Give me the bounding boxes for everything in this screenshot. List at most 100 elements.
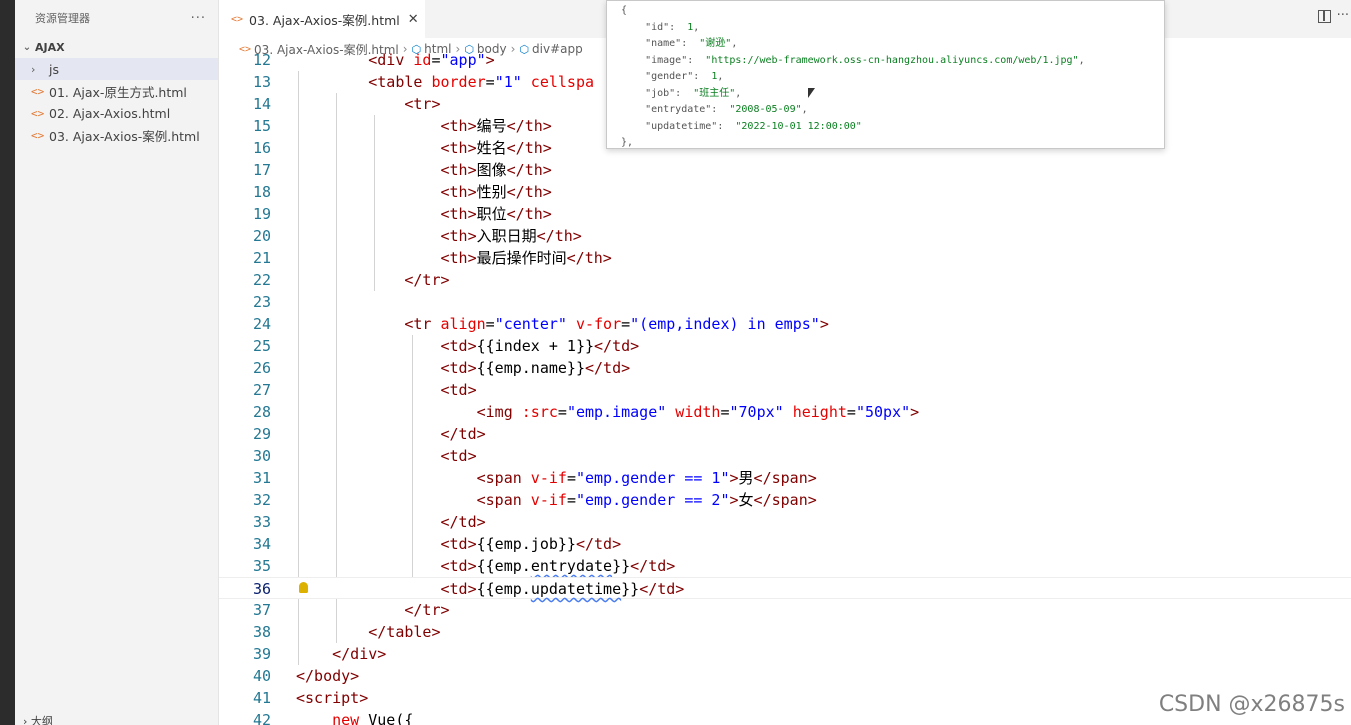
code-line[interactable]: 24 <tr align="center" v-for="(emp,index)… [219,313,1351,335]
line-number: 27 [252,381,271,399]
code-token: <th> [440,161,477,179]
code-token: {{emp.job}} [476,535,576,553]
code-line[interactable]: 22 </tr> [219,269,1351,291]
tooltip-token: , [1078,54,1085,66]
html-file-icon: <> [231,13,244,25]
split-editor-icon[interactable] [1318,10,1331,23]
line-number: 14 [252,95,271,113]
code-line[interactable]: 34 <td>{{emp.job}}</td> [219,533,1351,555]
code-token: 性别 [476,183,507,201]
code-text: <th>入职日期</th> [296,225,582,247]
tab-label: 03. Ajax-Axios-案例.html [249,12,400,28]
code-line[interactable]: 39 </div> [219,643,1351,665]
code-line[interactable]: 35 <td>{{emp.entrydate}}</td> [219,555,1351,577]
code-line[interactable]: 28 <img :src="emp.image" width="70px" he… [219,401,1351,423]
code-token: </td> [440,513,486,531]
code-editor[interactable]: 12 <div id="app"> 13 <table border="1" ce… [219,48,1351,725]
close-icon[interactable]: ✕ [408,12,419,27]
code-token: id [404,51,432,69]
code-text: new Vue({ [296,709,413,725]
code-token: v-for [566,315,622,333]
line-number: 12 [252,51,271,69]
code-token: </td> [585,359,631,377]
code-token: "emp.gender == 2" [575,491,730,509]
code-token: = [485,315,495,333]
code-line[interactable]: 18 <th>性别</th> [219,181,1351,203]
tree-item-file[interactable]: <> 01. Ajax-原生方式.html [15,80,218,102]
code-text: <th>职位</th> [296,203,552,225]
code-token: "emp.gender == 1" [575,469,730,487]
code-line[interactable]: 21 <th>最后操作时间</th> [219,247,1351,269]
line-number: 35 [252,557,271,575]
line-number: 28 [252,403,271,421]
outline-label: 大纲 [30,715,53,725]
code-text: <script> [296,687,368,709]
code-text: <table border="1" cellspa [296,71,594,93]
code-line[interactable]: 17 <th>图像</th> [219,159,1351,181]
line-number: 13 [252,73,271,91]
tooltip-token: "gender": [621,71,712,82]
code-line[interactable]: 30 <td> [219,445,1351,467]
code-line[interactable]: 32 <span v-if="emp.gender == 2">女</span> [219,489,1351,511]
code-line[interactable]: 23 [219,291,1351,313]
code-token: width [666,403,721,421]
tree-item-file[interactable]: <> 03. Ajax-Axios-案例.html [15,124,218,146]
code-text: </td> [296,511,486,533]
code-token: <th> [440,227,477,245]
code-token: </th> [536,227,582,245]
more-actions-icon[interactable]: ··· [1337,8,1349,23]
lightbulb-icon[interactable] [299,582,308,593]
code-line[interactable]: 29 </td> [219,423,1351,445]
tooltip-token: "updatetime": [621,120,736,132]
code-line[interactable]: 27 <td> [219,379,1351,401]
more-actions-icon[interactable]: ··· [191,11,206,26]
code-token: cellspa [521,73,595,91]
code-line[interactable]: 19 <th>职位</th> [219,203,1351,225]
tooltip-token: { [621,5,628,16]
code-token: align [431,315,486,333]
code-line[interactable]: 38 </table> [219,621,1351,643]
folder-section-ajax[interactable]: ⌄ AJAX [15,36,218,58]
activity-bar [0,0,15,725]
code-token: </td> [440,425,486,443]
tree-item-js-folder[interactable]: › js [15,58,218,80]
code-line[interactable]: 40 </body> [219,665,1351,687]
code-token: </th> [506,117,552,135]
tab-active-file[interactable]: <> 03. Ajax-Axios-案例.html ✕ [219,0,425,38]
code-line[interactable]: 20 <th>入职日期</th> [219,225,1351,247]
code-token: 入职日期 [476,227,537,245]
code-line[interactable]: 37 </tr> [219,599,1351,621]
code-token: = [846,403,856,421]
code-token: {{emp. [476,557,531,575]
code-token: <td> [440,337,477,355]
code-token: <th> [440,139,477,157]
code-token: > [729,491,739,509]
code-line[interactable]: 25 <td>{{index + 1}}</td> [219,335,1351,357]
html-file-icon: <> [31,128,45,142]
code-line[interactable]: 36 <td>{{emp.updatetime}}</td> [219,577,1351,599]
line-number: 39 [252,645,271,663]
code-token: <th> [440,183,477,201]
code-text: <td>{{index + 1}}</td> [296,335,640,357]
code-line[interactable]: 26 <td>{{emp.name}}</td> [219,357,1351,379]
tooltip-token: "entrydate": [621,104,730,115]
tooltip-token: "https://web-framework.oss-cn-hangzhou.a… [705,54,1079,66]
code-token: 职位 [476,205,507,223]
code-text: <tr align="center" v-for="(emp,index) in… [296,313,828,335]
code-line[interactable]: 33 </td> [219,511,1351,533]
code-token: updatetime [530,580,622,598]
code-token: <td> [440,359,477,377]
line-number: 29 [252,425,271,443]
outline-section[interactable]: › 大纲 [23,713,53,725]
code-token: </tr> [404,271,450,289]
tooltip-token: "name": [621,38,700,49]
code-line[interactable]: 31 <span v-if="emp.gender == 1">男</span> [219,467,1351,489]
line-number: 31 [252,469,271,487]
tree-item-file[interactable]: <> 02. Ajax-Axios.html [15,102,218,124]
